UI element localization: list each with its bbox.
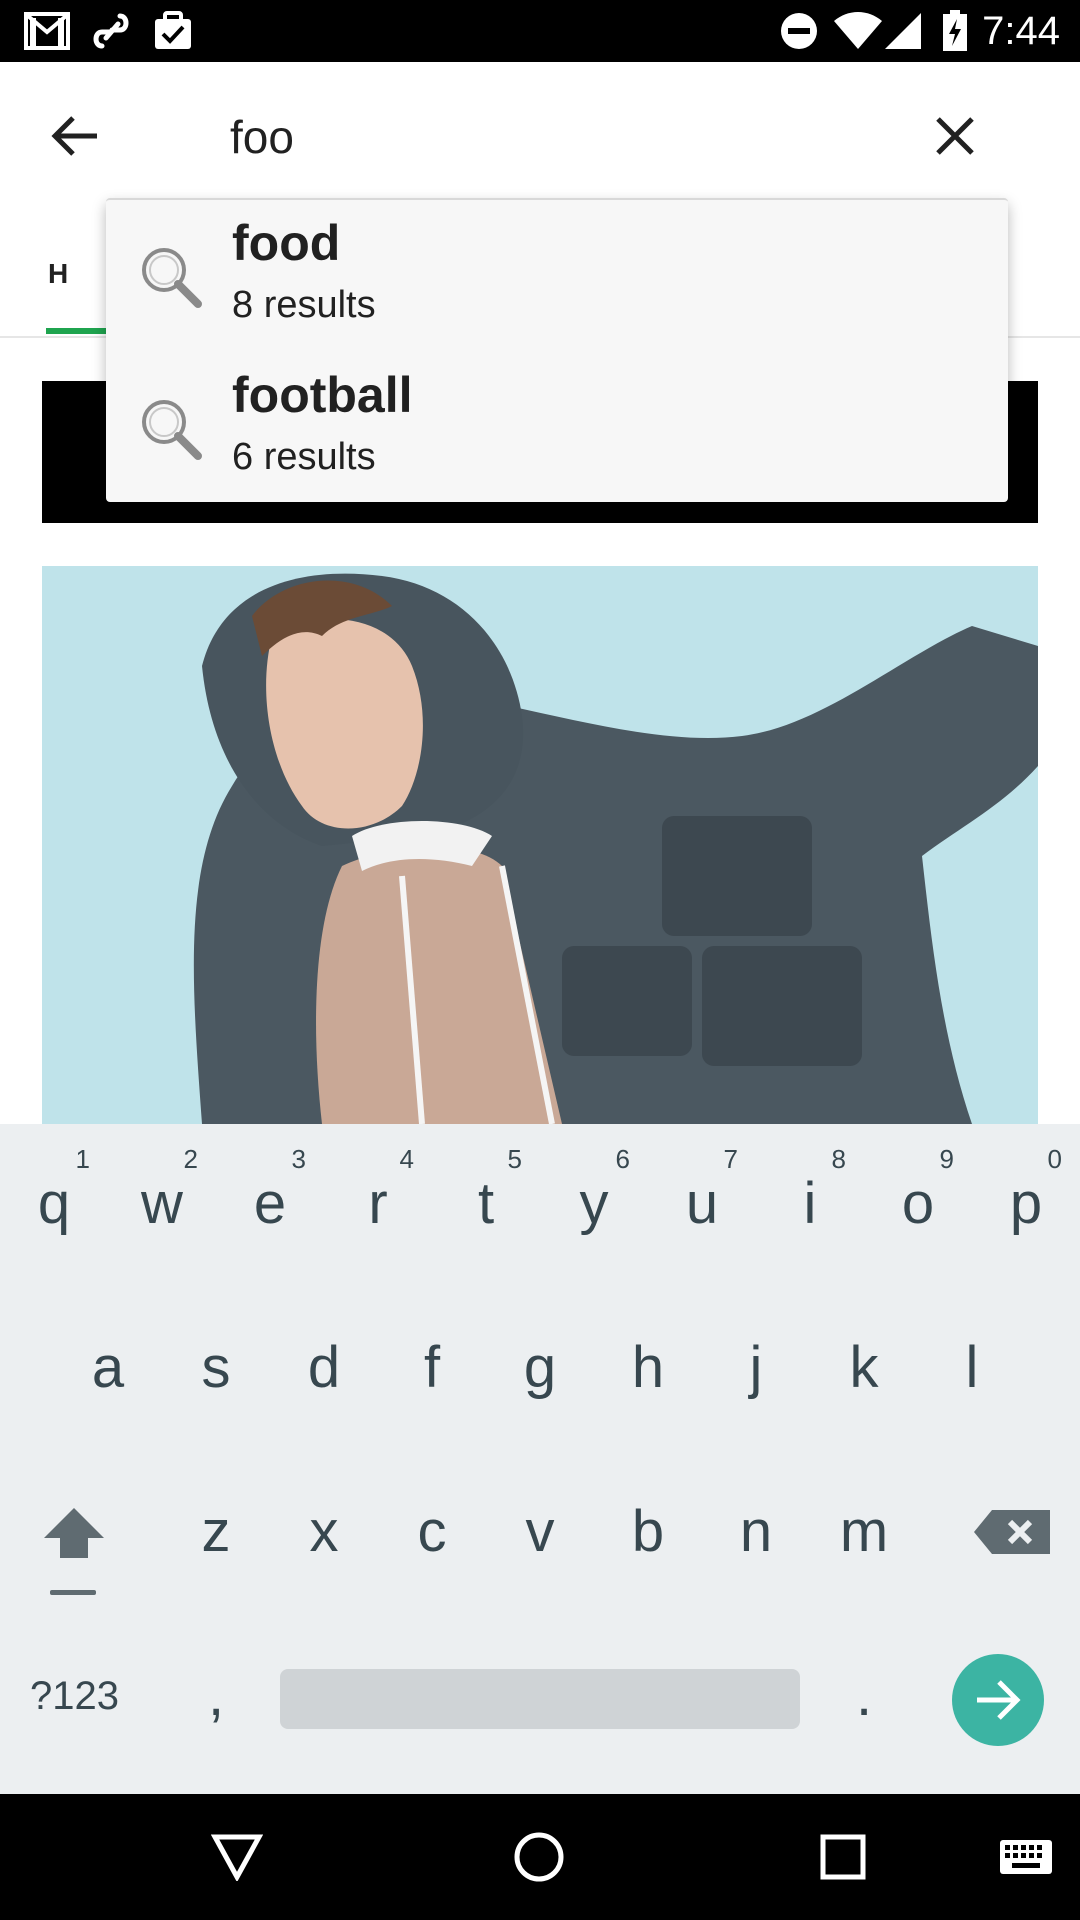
suggestion-count: 8 results bbox=[232, 284, 376, 326]
clear-search-button[interactable] bbox=[925, 106, 985, 166]
key-g[interactable]: g bbox=[486, 1288, 594, 1438]
search-icon bbox=[142, 248, 202, 308]
back-button[interactable] bbox=[40, 106, 110, 166]
keyboard-switch-button[interactable] bbox=[996, 1824, 1056, 1890]
key-f[interactable]: f bbox=[378, 1288, 486, 1438]
backspace-key[interactable] bbox=[952, 1452, 1072, 1602]
suggestion-title: football bbox=[232, 367, 413, 423]
backspace-icon bbox=[974, 1510, 1050, 1554]
key-k[interactable]: k bbox=[810, 1288, 918, 1438]
suggestion-item[interactable]: food 8 results bbox=[106, 200, 1008, 352]
key-i[interactable]: i8 bbox=[756, 1124, 864, 1274]
key-h[interactable]: h bbox=[594, 1288, 702, 1438]
key-r[interactable]: r4 bbox=[324, 1124, 432, 1274]
key-n[interactable]: n bbox=[702, 1452, 810, 1602]
key-b[interactable]: b bbox=[594, 1452, 702, 1602]
key-l[interactable]: l bbox=[918, 1288, 1026, 1438]
key-s[interactable]: s bbox=[162, 1288, 270, 1438]
space-bar[interactable] bbox=[280, 1669, 800, 1729]
comma-key[interactable]: , bbox=[162, 1616, 270, 1766]
status-bar: 7:44 bbox=[0, 0, 1080, 62]
soft-keyboard: q1 w2 e3 r4 t5 y6 u7 i8 o9 p0 a s d f g … bbox=[0, 1124, 1080, 1794]
key-v[interactable]: v bbox=[486, 1452, 594, 1602]
dnd-icon bbox=[778, 10, 820, 52]
hero-image[interactable] bbox=[42, 566, 1038, 1124]
key-p[interactable]: p0 bbox=[972, 1124, 1080, 1274]
key-c[interactable]: c bbox=[378, 1452, 486, 1602]
status-time: 7:44 bbox=[982, 9, 1060, 53]
symbols-key[interactable]: ?123 bbox=[30, 1674, 119, 1719]
shift-icon bbox=[44, 1508, 104, 1558]
key-e[interactable]: e3 bbox=[216, 1124, 324, 1274]
search-input[interactable] bbox=[230, 102, 880, 172]
arrow-forward-icon bbox=[977, 1680, 1021, 1720]
link-icon bbox=[90, 10, 132, 52]
square-recents-icon bbox=[820, 1834, 866, 1880]
signal-icon bbox=[882, 10, 924, 52]
task-icon bbox=[152, 10, 194, 52]
nav-back-button[interactable] bbox=[204, 1824, 270, 1890]
key-d[interactable]: d bbox=[270, 1288, 378, 1438]
nav-recents-button[interactable] bbox=[810, 1824, 876, 1890]
key-u[interactable]: u7 bbox=[648, 1124, 756, 1274]
key-w[interactable]: w2 bbox=[108, 1124, 216, 1274]
search-icon bbox=[142, 400, 202, 460]
shift-active-indicator bbox=[50, 1590, 96, 1595]
gmail-icon bbox=[22, 10, 72, 52]
search-suggestions-dropdown: food 8 results football 6 results bbox=[106, 198, 1008, 502]
suggestion-title: food bbox=[232, 215, 341, 271]
arrow-back-icon bbox=[51, 116, 97, 156]
search-app-bar bbox=[0, 62, 1080, 198]
key-q[interactable]: q1 bbox=[0, 1124, 108, 1274]
battery-charging-icon bbox=[940, 10, 970, 52]
tab-first[interactable]: H bbox=[48, 258, 68, 290]
key-t[interactable]: t5 bbox=[432, 1124, 540, 1274]
tab-indicator bbox=[46, 328, 106, 334]
navigation-bar bbox=[0, 1794, 1080, 1920]
key-x[interactable]: x bbox=[270, 1452, 378, 1602]
key-a[interactable]: a bbox=[54, 1288, 162, 1438]
nav-home-button[interactable] bbox=[506, 1824, 572, 1890]
key-m[interactable]: m bbox=[810, 1452, 918, 1602]
key-y[interactable]: y6 bbox=[540, 1124, 648, 1274]
close-icon bbox=[936, 117, 974, 155]
enter-button[interactable] bbox=[952, 1654, 1044, 1746]
key-o[interactable]: o9 bbox=[864, 1124, 972, 1274]
period-key[interactable]: . bbox=[810, 1616, 918, 1766]
keyboard-icon bbox=[1000, 1840, 1052, 1874]
triangle-back-icon bbox=[211, 1834, 263, 1881]
wifi-icon bbox=[832, 10, 884, 52]
shift-key[interactable] bbox=[18, 1452, 126, 1602]
suggestion-count: 6 results bbox=[232, 436, 376, 478]
key-j[interactable]: j bbox=[702, 1288, 810, 1438]
key-z[interactable]: z bbox=[162, 1452, 270, 1602]
circle-home-icon bbox=[514, 1832, 564, 1882]
suggestion-item[interactable]: football 6 results bbox=[106, 352, 1008, 504]
